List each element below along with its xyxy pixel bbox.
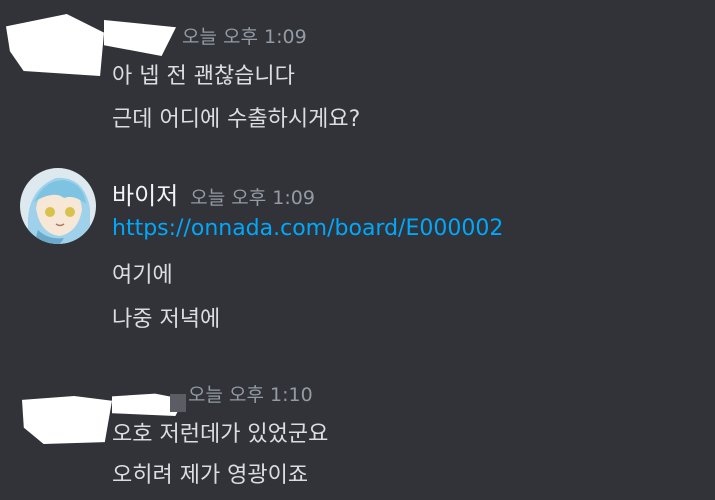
message-header: 오늘 오후 1:10	[188, 380, 313, 407]
redacted-avatar	[22, 396, 112, 444]
timestamp[interactable]: 오늘 오후 1:10	[188, 380, 313, 407]
message-text: 여기에	[112, 263, 173, 288]
message-link[interactable]: https://onnada.com/board/E000002	[112, 216, 503, 241]
anime-character-avatar-icon	[20, 168, 96, 244]
chat-message-list: 오늘 오후 1:09 아 넵 전 괜찮습니다 근데 어디에 수출하시게요? 바이…	[0, 0, 715, 500]
message-group: 바이저 오늘 오후 1:09 https://onnada.com/board/…	[0, 160, 715, 350]
timestamp[interactable]: 오늘 오후 1:09	[190, 183, 315, 210]
message-text: 오호 저런데가 있었군요	[112, 422, 329, 447]
message-text: https://onnada.com/board/E000002	[112, 216, 503, 241]
message-text: 나중 저녁에	[112, 307, 221, 332]
message-text: 아 넵 전 괜찮습니다	[112, 64, 295, 89]
timestamp[interactable]: 오늘 오후 1:09	[182, 22, 307, 49]
message-group: 오늘 오후 1:10 오호 저런데가 있었군요 오히려 제가 영광이죠	[0, 370, 715, 500]
redacted-avatar	[6, 14, 104, 76]
redacted-username	[104, 20, 176, 56]
message-text: 오히려 제가 영광이죠	[112, 463, 309, 488]
message-group: 오늘 오후 1:09 아 넵 전 괜찮습니다 근데 어디에 수출하시게요?	[0, 0, 715, 150]
message-text: 근데 어디에 수출하시게요?	[112, 107, 361, 132]
user-avatar[interactable]	[20, 168, 96, 244]
username[interactable]: 바이저	[112, 176, 178, 211]
message-header: 오늘 오후 1:09	[182, 22, 307, 49]
redaction-mark	[170, 394, 186, 412]
message-header: 바이저 오늘 오후 1:09	[112, 176, 315, 211]
